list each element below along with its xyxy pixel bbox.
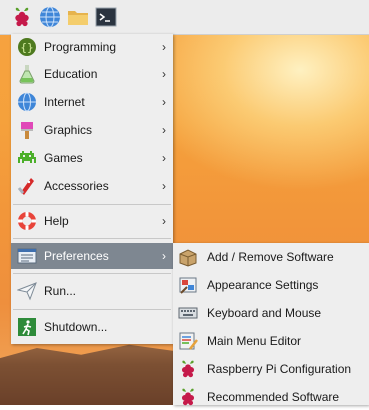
menu-separator [13, 309, 171, 310]
submenu-arrow-icon: › [162, 214, 166, 228]
games-icon [16, 147, 38, 169]
submenu-item-label: Recommended Software [207, 390, 340, 404]
menu-item-shutdown[interactable]: Shutdown... [11, 314, 173, 340]
keyboard-icon [177, 302, 199, 324]
run-icon [16, 280, 38, 302]
menu-item-label: Education [44, 67, 98, 81]
submenu-item-keyboard-and-mouse[interactable]: Keyboard and Mouse [173, 300, 369, 326]
file-manager-button[interactable] [66, 5, 90, 29]
submenu-item-label: Raspberry Pi Configuration [207, 362, 352, 376]
menu-item-label: Graphics [44, 123, 93, 137]
svg-text:{}: {} [20, 41, 33, 54]
submenu-item-appearance-settings[interactable]: Appearance Settings [173, 272, 369, 298]
submenu-item-main-menu-editor[interactable]: Main Menu Editor [173, 328, 369, 354]
preferences-icon [16, 245, 38, 267]
menu-editor-icon [177, 330, 199, 352]
menu-item-label: Help [44, 214, 69, 228]
education-icon [16, 63, 38, 85]
menu-separator [13, 273, 171, 274]
menu-separator [13, 238, 171, 239]
submenu-item-label: Main Menu Editor [207, 334, 302, 348]
raspberry-icon [177, 358, 199, 380]
internet-icon [16, 91, 38, 113]
appearance-icon [177, 274, 199, 296]
submenu-arrow-icon: › [162, 249, 166, 263]
submenu-arrow-icon: › [162, 40, 166, 54]
menu-item-label: Accessories [44, 179, 109, 193]
menu-item-internet[interactable]: Internet › [11, 89, 173, 115]
terminal-icon [95, 7, 117, 27]
package-icon [177, 246, 199, 268]
menu-item-programming[interactable]: {} Programming › [11, 34, 173, 60]
shutdown-icon [16, 316, 38, 338]
menu-item-education[interactable]: Education › [11, 61, 173, 87]
menu-item-label: Run... [44, 284, 77, 298]
graphics-icon [16, 119, 38, 141]
submenu-arrow-icon: › [162, 123, 166, 137]
submenu-arrow-icon: › [162, 67, 166, 81]
submenu-item-raspberry-pi-configuration[interactable]: Raspberry Pi Configuration [173, 356, 369, 382]
web-browser-icon [40, 6, 60, 28]
submenu-arrow-icon: › [162, 95, 166, 109]
taskbar [0, 0, 369, 35]
submenu-arrow-icon: › [162, 179, 166, 193]
accessories-icon [16, 175, 38, 197]
menu-item-preferences[interactable]: Preferences › [11, 243, 173, 269]
submenu-arrow-icon: › [162, 151, 166, 165]
submenu-item-label: Appearance Settings [207, 278, 319, 292]
menu-item-label: Shutdown... [44, 320, 108, 334]
raspberry-menu-button[interactable] [10, 5, 34, 29]
submenu-item-label: Keyboard and Mouse [207, 306, 322, 320]
programming-icon: {} [16, 36, 38, 58]
menu-item-games[interactable]: Games › [11, 145, 173, 171]
menu-item-run[interactable]: Run... [11, 278, 173, 304]
menu-item-label: Preferences [44, 249, 109, 263]
submenu-item-recommended-software[interactable]: Recommended Software [173, 384, 369, 410]
raspberry-menu-icon [15, 7, 29, 27]
menu-item-graphics[interactable]: Graphics › [11, 117, 173, 143]
menu-separator [13, 204, 171, 205]
menu-item-help[interactable]: Help › [11, 208, 173, 234]
terminal-button[interactable] [94, 5, 118, 29]
file-manager-icon [68, 11, 88, 25]
menu-item-label: Games [44, 151, 83, 165]
submenu-item-add-remove-software[interactable]: Add / Remove Software [173, 244, 369, 270]
preferences-submenu: Add / Remove Software Appearance Setting… [173, 243, 369, 406]
main-menu: {} Programming › Education › Internet › … [11, 34, 173, 344]
menu-item-label: Internet [44, 95, 85, 109]
web-browser-button[interactable] [38, 5, 62, 29]
menu-item-accessories[interactable]: Accessories › [11, 173, 173, 199]
submenu-item-label: Add / Remove Software [207, 250, 334, 264]
help-icon [16, 210, 38, 232]
menu-item-label: Programming [44, 40, 117, 54]
